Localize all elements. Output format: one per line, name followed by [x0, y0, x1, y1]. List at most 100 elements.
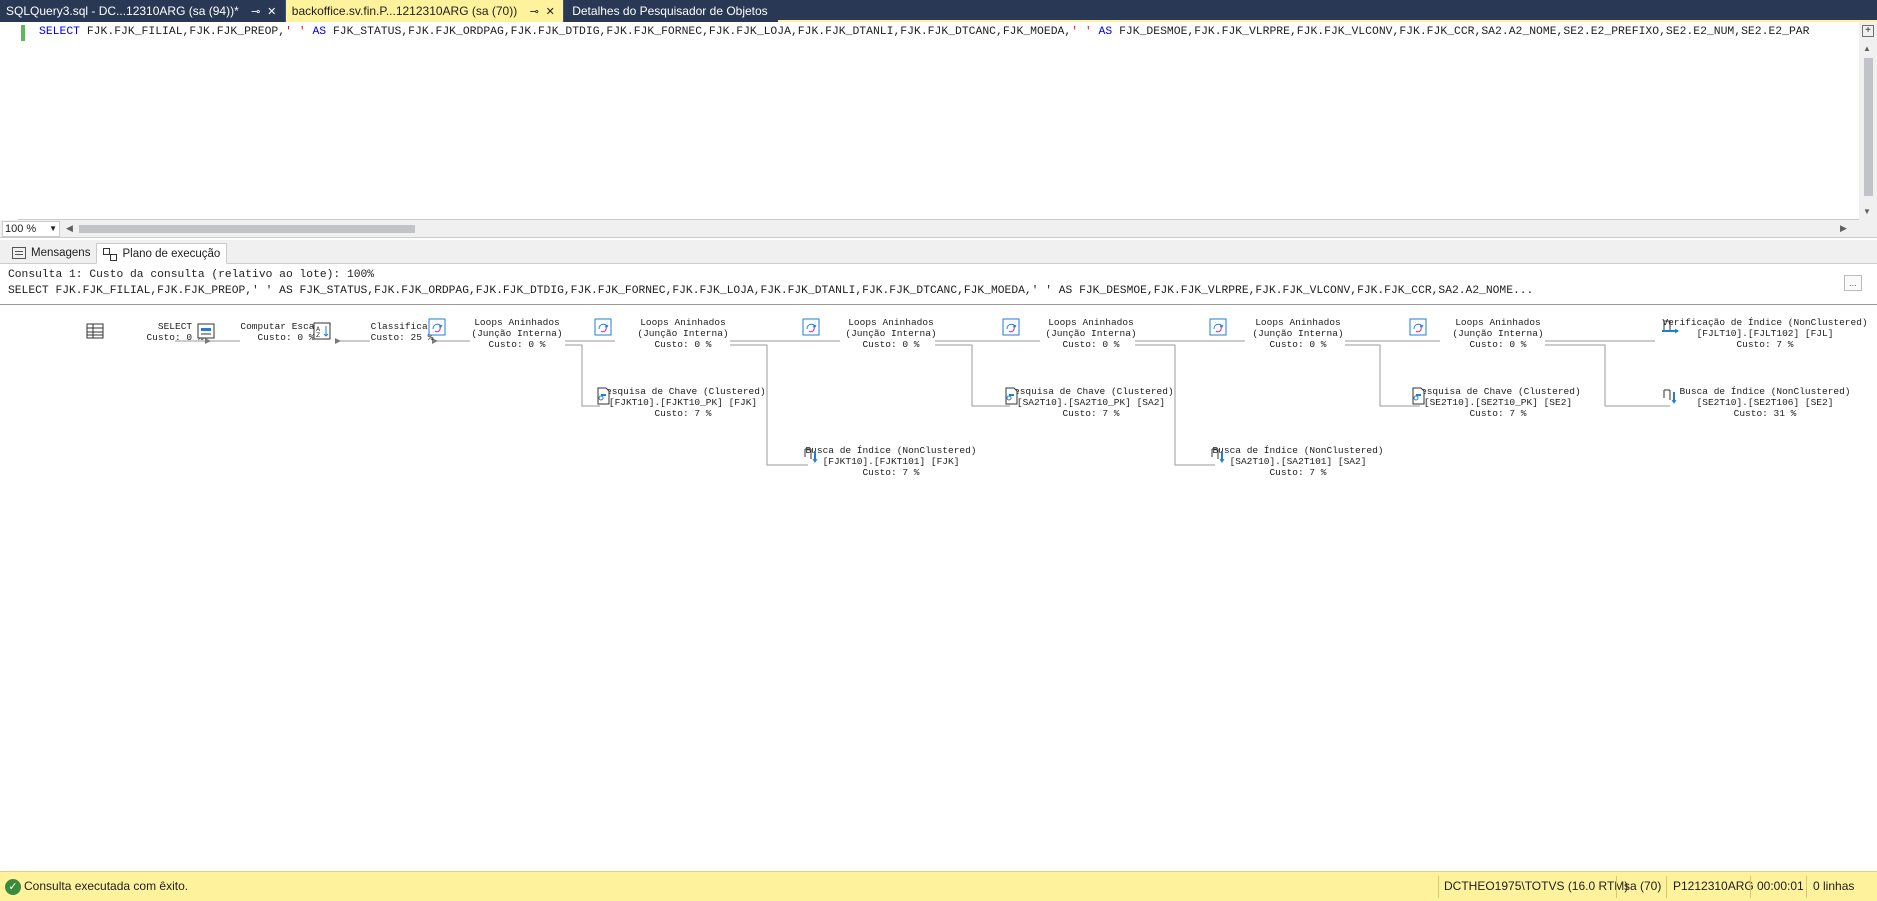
horizontal-scroll-thumb[interactable] — [79, 225, 415, 233]
node-cost: Custo: 7 % — [1269, 467, 1327, 478]
status-row-count: 0 linhas — [1813, 879, 1855, 893]
plan-node-index-seek-1[interactable]: Busca de Índice (NonClustered) [FJKT10].… — [801, 445, 981, 478]
plan-diagram: SELECT Custo: 0 % Computar Escalar Custo… — [0, 305, 1877, 871]
node-object: [SA2T10].[SA2T10_PK] [SA2] — [1016, 397, 1166, 408]
sql-keyword: AS — [1091, 26, 1113, 38]
index-seek-icon — [804, 448, 818, 463]
node-title: Loops Aninhados — [1255, 317, 1341, 328]
plan-node-key-lookup-3[interactable]: Pesquisa de Chave (Clustered) [SE2T10].[… — [1408, 386, 1588, 419]
node-cost: Custo: 7 % — [862, 467, 920, 478]
sql-editor[interactable]: SELECT FJK.FJK_FILIAL,FJK.FJK_PREOP,' ' … — [0, 22, 1877, 220]
tab-sqlquery3[interactable]: SQLQuery3.sql - DC...12310ARG (sa (94))*… — [0, 0, 286, 22]
plan-node-nested-loops-5[interactable]: Loops Aninhados (Junção Interna) Custo: … — [1208, 317, 1388, 350]
node-object: [FJLT10].[FJLT102] [FJL] — [1696, 328, 1834, 339]
index-seek-icon — [1211, 448, 1225, 463]
execution-plan-icon — [103, 247, 118, 261]
status-message: Consulta executada com êxito. — [24, 879, 189, 893]
node-cost: Custo: 7 % — [1469, 408, 1527, 419]
editor-vertical-scrollbar[interactable]: + ▲ ▼ — [1859, 22, 1877, 220]
node-title: Pesquisa de Chave (Clustered) — [1008, 386, 1174, 397]
tab-label: Mensagens — [31, 246, 91, 259]
plan-node-key-lookup-1[interactable]: Pesquisa de Chave (Clustered) [FJKT10].[… — [593, 386, 773, 419]
split-icon[interactable]: + — [1862, 25, 1874, 37]
node-title: Loops Aninhados — [1048, 317, 1134, 328]
node-cost: Custo: 0 % — [1269, 339, 1327, 350]
nested-loops-icon — [428, 318, 446, 336]
node-subtitle: (Junção Interna) — [471, 328, 563, 339]
query-header-edge — [1866, 265, 1877, 305]
messages-icon — [12, 246, 26, 259]
compute-scalar-icon — [197, 323, 215, 339]
plan-node-nested-loops-3[interactable]: Loops Aninhados (Junção Interna) Custo: … — [801, 317, 981, 350]
plan-node-index-scan[interactable]: Verificação de Índice (NonClustered) [FJ… — [1660, 317, 1870, 350]
node-title: Pesquisa de Chave (Clustered) — [1415, 386, 1581, 397]
scroll-up-icon[interactable]: ▲ — [1863, 44, 1871, 53]
status-separator — [1438, 876, 1439, 898]
tab-label: Plano de execução — [122, 247, 221, 260]
node-title: Verificação de Índice (NonClustered) — [1662, 317, 1868, 328]
query-cost-line: Consulta 1: Custo da consulta (relativo … — [8, 269, 375, 281]
plan-node-index-seek-3[interactable]: Busca de Índice (NonClustered) [SE2T10].… — [1660, 386, 1870, 419]
node-cost: Custo: 7 % — [1736, 339, 1794, 350]
scroll-left-icon[interactable]: ◀ — [66, 223, 73, 234]
plan-node-nested-loops-6[interactable]: Loops Aninhados (Junção Interna) Custo: … — [1408, 317, 1588, 350]
index-scan-icon — [1662, 320, 1679, 334]
query-header: Consulta 1: Custo da consulta (relativo … — [0, 265, 1866, 305]
node-subtitle: (Junção Interna) — [1252, 328, 1344, 339]
more-button[interactable]: ... — [1844, 275, 1862, 291]
node-object: [FJKT10].[FJKT10_PK] [FJK] — [608, 397, 758, 408]
sql-keyword: AS — [305, 26, 327, 38]
status-elapsed-time: 00:00:01 — [1757, 879, 1804, 893]
sql-code-line[interactable]: SELECT FJK.FJK_FILIAL,FJK.FJK_PREOP,' ' … — [39, 26, 1849, 38]
tab-title: SQLQuery3.sql - DC...12310ARG (sa (94))* — [6, 4, 239, 18]
execution-plan-pane[interactable]: Consulta 1: Custo da consulta (relativo … — [0, 265, 1877, 871]
node-subtitle: (Junção Interna) — [637, 328, 729, 339]
node-title: Busca de Índice (NonClustered) — [805, 445, 977, 456]
pin-icon[interactable]: ⊸ — [249, 4, 263, 18]
nested-loops-icon — [1002, 318, 1020, 336]
sql-text: FJK_DESMOE,FJK.FJK_VLRPRE,FJK.FJK_VLCONV… — [1112, 26, 1810, 38]
scroll-thumb[interactable] — [1864, 58, 1873, 196]
scroll-down-icon[interactable]: ▼ — [1863, 207, 1871, 216]
zoom-select[interactable]: 100 % ▼ — [2, 221, 60, 237]
editor-zoom-bar: 100 % ▼ ◀ ▶ — [0, 220, 1877, 238]
tab-backoffice[interactable]: backoffice.sv.fin.P...1212310ARG (sa (70… — [285, 0, 565, 22]
status-separator — [1616, 876, 1617, 898]
tab-messages[interactable]: Mensagens — [6, 242, 96, 263]
tab-title: Detalhes do Pesquisador de Objetos — [572, 4, 768, 18]
select-icon — [86, 323, 104, 339]
key-lookup-icon — [597, 387, 610, 405]
node-title: Busca de Índice (NonClustered) — [1212, 445, 1384, 456]
node-object: [SA2T10].[SA2T101] [SA2] — [1229, 456, 1367, 467]
key-lookup-icon — [1412, 387, 1425, 405]
sql-text: FJK.FJK_FILIAL,FJK.FJK_PREOP, — [80, 26, 286, 38]
node-title: Busca de Índice (NonClustered) — [1679, 386, 1851, 397]
close-icon[interactable]: ✕ — [265, 4, 279, 18]
node-title: Loops Aninhados — [474, 317, 560, 328]
index-seek-icon — [1663, 389, 1677, 404]
success-check-icon: ✓ — [5, 879, 21, 895]
zoom-value: 100 % — [5, 223, 37, 235]
status-user: sa (70) — [1624, 879, 1662, 893]
node-title: Loops Aninhados — [640, 317, 726, 328]
close-icon[interactable]: ✕ — [543, 4, 557, 18]
plan-node-key-lookup-2[interactable]: Pesquisa de Chave (Clustered) [SA2T10].[… — [1001, 386, 1181, 419]
sort-icon: AZ — [313, 322, 331, 340]
status-separator — [1750, 876, 1751, 898]
editor-gutter — [0, 22, 18, 220]
nested-loops-icon — [802, 318, 820, 336]
tab-execution-plan[interactable]: Plano de execução — [96, 243, 228, 264]
plan-node-nested-loops-4[interactable]: Loops Aninhados (Junção Interna) Custo: … — [1001, 317, 1181, 350]
svg-text:Z: Z — [316, 332, 320, 339]
nested-loops-icon — [1409, 318, 1427, 336]
plan-connectors — [175, 338, 1670, 466]
scroll-right-icon[interactable]: ▶ — [1840, 223, 1847, 234]
pin-icon[interactable]: ⊸ — [527, 4, 541, 18]
plan-node-index-seek-2[interactable]: Busca de Índice (NonClustered) [SA2T10].… — [1208, 445, 1388, 478]
document-tab-bar: SQLQuery3.sql - DC...12310ARG (sa (94))*… — [0, 0, 1877, 22]
tab-object-explorer-details[interactable]: Detalhes do Pesquisador de Objetos — [564, 0, 777, 22]
plan-node-nested-loops-1[interactable]: Loops Aninhados (Junção Interna) Custo: … — [427, 317, 607, 350]
plan-node-nested-loops-2[interactable]: Loops Aninhados (Junção Interna) Custo: … — [593, 317, 773, 350]
node-object: [FJKT10].[FJKT101] [FJK] — [822, 456, 960, 467]
nested-loops-icon — [594, 318, 612, 336]
